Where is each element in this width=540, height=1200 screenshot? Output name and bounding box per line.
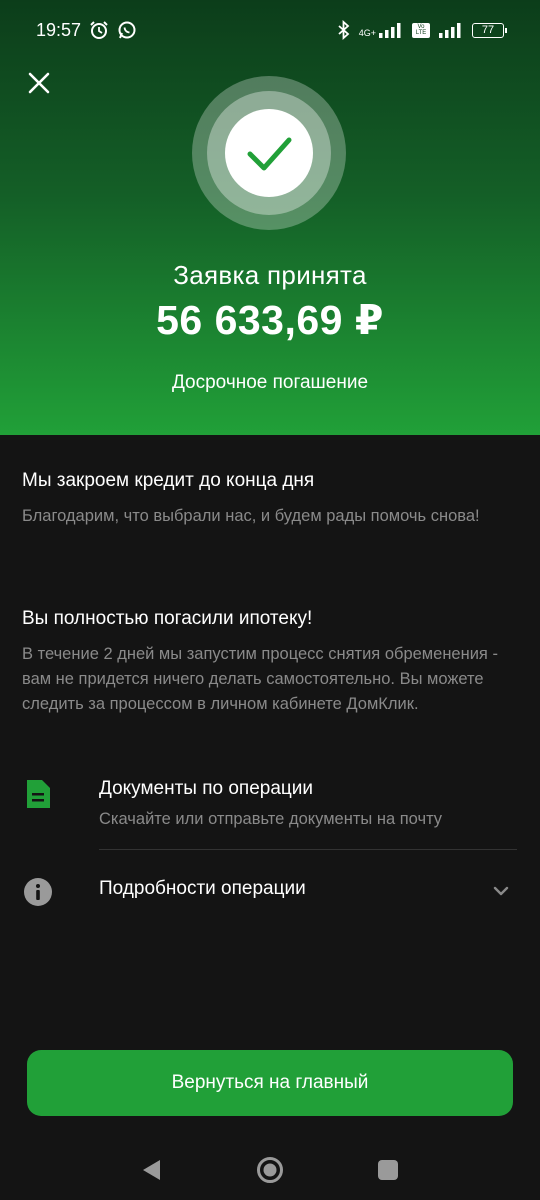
alarm-icon: [90, 21, 108, 39]
info-text: Благодарим, что выбрали нас, и будем рад…: [22, 507, 480, 525]
payment-amount: 56 633,69 ₽: [156, 297, 384, 343]
details-title: Подробности операции: [99, 878, 306, 899]
operation-type: Досрочное погашение: [171, 372, 369, 393]
volte-icon: Vo LTE: [412, 22, 430, 38]
page-title: Заявка принята: [173, 260, 367, 290]
nav-back-button[interactable]: [131, 1150, 171, 1190]
whatsapp-icon: [118, 21, 136, 39]
status-time: 19:57: [36, 19, 82, 40]
documents-row[interactable]: Документы по операции Скачайте или отпра…: [0, 776, 540, 846]
cell-signal-1: 4G+: [359, 22, 404, 38]
status-bar: 19:57 4G+ Vo LTE 77: [0, 0, 540, 60]
info-text: В течение 2 дней мы запустим процесс сня…: [22, 645, 498, 713]
success-check-icon: [192, 76, 346, 230]
battery-icon: 77: [472, 22, 507, 38]
details-text: Подробности операции: [99, 876, 306, 902]
documents-title: Документы по операции: [99, 778, 314, 799]
home-circle-icon: [257, 1157, 283, 1183]
signal-bars-icon: [379, 23, 401, 38]
nav-recents-button[interactable]: [368, 1150, 408, 1190]
recents-square-icon: [378, 1160, 398, 1180]
documents-subtitle: Скачайте или отправьте документы на почт…: [99, 810, 443, 828]
status-left: 19:57: [36, 20, 137, 41]
divider: [99, 849, 517, 850]
chevron-down-icon[interactable]: [490, 880, 512, 902]
info-block-mortgage-paid: Вы полностью погасили ипотеку! В течение…: [22, 606, 502, 717]
system-navigation-bar: [0, 1140, 540, 1200]
document-icon: [22, 778, 54, 810]
bluetooth-icon: [338, 20, 350, 40]
back-to-main-button[interactable]: Вернуться на главный: [27, 1050, 513, 1116]
info-heading: Мы закроем кредит до конца дня: [22, 470, 315, 491]
back-triangle-icon: [143, 1160, 160, 1180]
info-icon: [22, 876, 54, 908]
close-button[interactable]: [22, 66, 56, 100]
details-row[interactable]: Подробности операции: [0, 866, 540, 918]
documents-text: Документы по операции Скачайте или отпра…: [99, 776, 442, 829]
info-block-credit-close: Мы закроем кредит до конца дня Благодари…: [22, 468, 502, 529]
network-type-label: 4G+: [358, 28, 376, 38]
status-right: 4G+ Vo LTE 77: [337, 20, 507, 40]
signal-bars-icon-2: [439, 23, 461, 38]
close-icon: [28, 72, 50, 94]
info-heading: Вы полностью погасили ипотеку!: [22, 608, 313, 629]
nav-home-button[interactable]: [250, 1150, 290, 1190]
